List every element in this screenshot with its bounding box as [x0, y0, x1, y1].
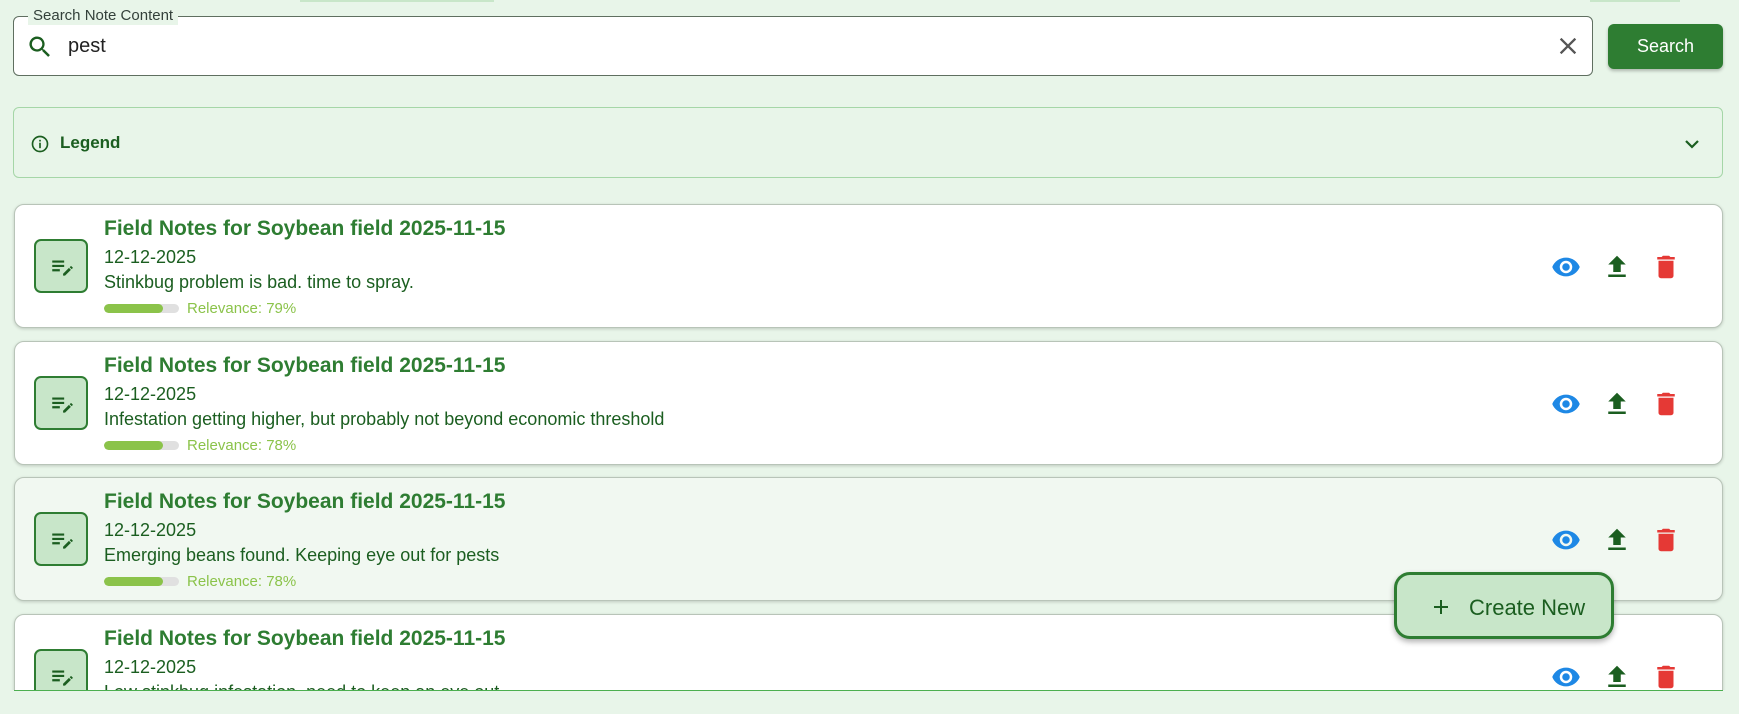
note-edit-icon [52, 260, 73, 276]
chevron-down-icon[interactable] [1680, 132, 1704, 156]
note-date: 12-12-2025 [104, 247, 197, 267]
legend-panel[interactable]: Legend [13, 107, 1723, 178]
delete-icon[interactable] [1651, 252, 1681, 282]
view-icon[interactable] [1551, 389, 1581, 419]
relevance-bar-fill [104, 304, 164, 313]
note-text: Low stinkbug infestation, need to keep a… [104, 682, 499, 690]
note-text: Stinkbug problem is bad. time to spray. [104, 272, 414, 292]
list-bottom-edge [14, 690, 1723, 714]
delete-icon[interactable] [1651, 389, 1681, 419]
note-edit-icon [52, 533, 73, 549]
search-icon [29, 36, 50, 57]
search-field[interactable]: Search Note Content [13, 7, 1593, 76]
note-text: Emerging beans found. Keeping eye out fo… [104, 545, 500, 565]
note-title: Field Notes for Soybean field 2025-11-15 [104, 354, 506, 377]
create-new-label: Create New [1469, 595, 1586, 620]
note-date: 12-12-2025 [104, 520, 197, 540]
search-button[interactable]: Search [1608, 24, 1723, 69]
note-title: Field Notes for Soybean field 2025-11-15 [104, 490, 506, 513]
upload-icon[interactable] [1602, 525, 1632, 555]
info-icon [31, 135, 49, 153]
relevance-bar [104, 441, 179, 450]
relevance-bar [104, 304, 179, 313]
relevance-label: Relevance: 79% [187, 300, 297, 317]
notes-search-page: Field Notes for Soybean field 2025-11-15… [0, 0, 1739, 714]
relevance-label: Relevance: 78% [187, 437, 297, 454]
note-avatar [34, 376, 88, 430]
upload-icon[interactable] [1602, 252, 1632, 282]
upload-icon[interactable] [1602, 662, 1632, 690]
relevance-bar [104, 577, 179, 586]
note-title: Field Notes for Soybean field 2025-11-15 [104, 627, 506, 650]
note-avatar [34, 649, 88, 690]
relevance-bar-fill [104, 441, 163, 450]
note-edit-icon [52, 670, 73, 686]
note-card[interactable]: Field Notes for Soybean field 2025-11-15… [14, 341, 1723, 465]
note-edit-icon [52, 397, 73, 413]
note-title: Field Notes for Soybean field 2025-11-15 [104, 217, 506, 240]
note-date: 12-12-2025 [104, 657, 197, 677]
relevance-label: Relevance: 78% [187, 573, 297, 590]
view-icon[interactable] [1551, 252, 1581, 282]
note-card[interactable]: Field Notes for Soybean field 2025-11-15… [14, 204, 1723, 328]
upload-icon[interactable] [1602, 389, 1632, 419]
search-label: Search Note Content [28, 7, 179, 25]
delete-icon[interactable] [1651, 525, 1681, 555]
create-new-button[interactable]: Create New [1394, 572, 1614, 639]
plus-icon [1434, 600, 1448, 614]
note-text: Infestation getting higher, but probably… [104, 409, 665, 429]
delete-icon[interactable] [1651, 662, 1681, 690]
clear-icon[interactable] [1554, 32, 1582, 60]
relevance-bar-fill [104, 577, 163, 586]
search-input[interactable] [68, 27, 1508, 65]
view-icon[interactable] [1551, 662, 1581, 690]
note-date: 12-12-2025 [104, 384, 197, 404]
note-avatar [34, 512, 88, 566]
legend-title: Legend [60, 133, 121, 152]
note-avatar [34, 239, 88, 293]
view-icon[interactable] [1551, 525, 1581, 555]
